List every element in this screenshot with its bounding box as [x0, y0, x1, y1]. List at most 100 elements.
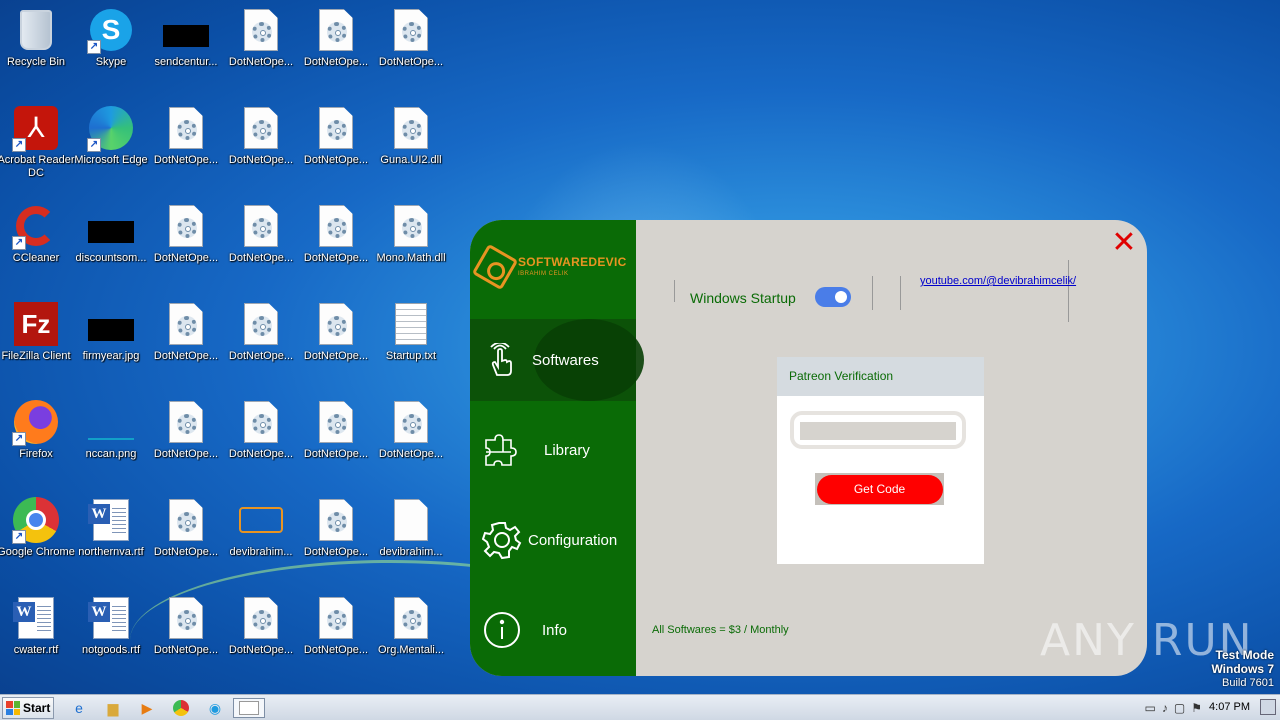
app-logo: SOFTWAREDEVIC IBRAHIM CELIK: [471, 243, 636, 291]
desktop-icon-dll[interactable]: DotNetOpe...: [297, 196, 375, 288]
network-tray-icon[interactable]: ▭: [1145, 701, 1156, 715]
word-document-icon: W: [87, 496, 135, 544]
desktop-icon-file[interactable]: discountsom...: [72, 196, 150, 288]
desktop-icon-dll[interactable]: DotNetOpe...: [297, 490, 375, 582]
desktop-icon-dll[interactable]: DotNetOpe...: [147, 196, 225, 288]
desktop-icon-rtf[interactable]: W northernva.rtf: [72, 490, 150, 582]
nav-softwares[interactable]: Softwares: [470, 319, 644, 401]
firefox-icon: ↗: [12, 398, 60, 446]
black-image-icon: [87, 202, 135, 250]
os-info: Test Mode Windows 7 Build 7601: [1211, 648, 1274, 690]
desktop-icon-dll[interactable]: DotNetOpe...: [147, 588, 225, 680]
ie-icon[interactable]: e: [68, 698, 90, 718]
close-button[interactable]: ✕: [1111, 228, 1137, 258]
separator: [1068, 260, 1069, 322]
nav-configuration-label: Configuration: [528, 531, 618, 549]
desktop-icon-dll[interactable]: DotNetOpe...: [372, 0, 450, 92]
start-button[interactable]: Start: [2, 697, 54, 719]
clock[interactable]: 4:07 PM: [1209, 701, 1250, 713]
nav-configuration[interactable]: Configuration: [470, 499, 636, 581]
black-image-icon: [87, 300, 135, 348]
logo-title: SOFTWAREDEVIC: [518, 255, 627, 269]
desktop-icon-dll[interactable]: DotNetOpe...: [297, 392, 375, 484]
desktop-icon-file[interactable]: firmyear.jpg: [72, 294, 150, 386]
patreon-code-field: [790, 411, 966, 449]
desktop-icon-skype[interactable]: S ↗ Skype: [72, 0, 150, 92]
test-mode-text: Test Mode: [1215, 648, 1274, 662]
word-document-icon: W: [12, 594, 60, 642]
desktop-icon-dll[interactable]: DotNetOpe...: [147, 294, 225, 386]
youtube-link[interactable]: youtube.com/@devibrahimcelik/: [920, 275, 1076, 287]
desktop-icon-dll[interactable]: Guna.UI2.dll: [372, 98, 450, 190]
desktop-icon-dll[interactable]: DotNetOpe...: [222, 0, 300, 92]
desktop-icon-firefox[interactable]: ↗ Firefox: [0, 392, 75, 484]
desktop-icon-dll[interactable]: DotNetOpe...: [222, 196, 300, 288]
volume-icon[interactable]: ♪: [1162, 701, 1168, 715]
dll-file-icon: [387, 594, 435, 642]
separator: [674, 280, 675, 302]
windows-startup-toggle[interactable]: [815, 287, 851, 307]
desktop-icon-dll[interactable]: Mono.Math.dll: [372, 196, 450, 288]
patreon-verification-panel: Patreon Verification Get Code: [777, 357, 984, 564]
dll-file-icon: [162, 594, 210, 642]
chrome-taskbar-icon[interactable]: [170, 698, 192, 718]
main-panel: ✕ Windows Startup youtube.com/@devibrahi…: [636, 220, 1147, 676]
desktop-icon-dll[interactable]: DotNetOpe...: [222, 294, 300, 386]
display-icon[interactable]: ▢: [1174, 701, 1185, 715]
desktop-icon-dll[interactable]: DotNetOpe...: [297, 98, 375, 190]
desktop-icon-recycle-bin[interactable]: Recycle Bin: [0, 0, 75, 92]
desktop-icon-file[interactable]: nccan.png: [72, 392, 150, 484]
taskbar: Start e ▆ ▶ ◉ ▭ ♪ ▢ ⚑ 4:07 PM: [0, 694, 1280, 720]
acrobat-icon: ⅄ ↗: [12, 104, 60, 152]
flag-icon[interactable]: ⚑: [1191, 701, 1202, 715]
desktop-icon-dll[interactable]: DotNetOpe...: [297, 0, 375, 92]
desktop-icon-dll[interactable]: DotNetOpe...: [372, 392, 450, 484]
patreon-header: Patreon Verification: [777, 357, 984, 396]
desktop-icon-dll[interactable]: Org.Mentali...: [372, 588, 450, 680]
dll-file-icon: [387, 398, 435, 446]
desktop-icon-dll[interactable]: DotNetOpe...: [147, 98, 225, 190]
dll-file-icon: [162, 104, 210, 152]
desktop-icon-dll[interactable]: DotNetOpe...: [222, 98, 300, 190]
desktop-icon-chrome[interactable]: ↗ Google Chrome: [0, 490, 75, 582]
desktop-icon-exe[interactable]: devibrahim...: [222, 490, 300, 582]
nav-softwares-label: Softwares: [532, 351, 599, 369]
desktop-icon-txt[interactable]: Startup.txt: [372, 294, 450, 386]
desktop-icon-dll[interactable]: DotNetOpe...: [222, 588, 300, 680]
desktop-icon-rtf[interactable]: W notgoods.rtf: [72, 588, 150, 680]
nav-library[interactable]: Library: [470, 409, 636, 491]
desktop-icon-dll[interactable]: DotNetOpe...: [297, 588, 375, 680]
desktop-icon-dll[interactable]: DotNetOpe...: [147, 392, 225, 484]
word-document-icon: W: [87, 594, 135, 642]
app-taskbar-button[interactable]: [233, 698, 265, 718]
dll-file-icon: [387, 104, 435, 152]
filezilla-icon: Fz: [12, 300, 60, 348]
get-code-button[interactable]: Get Code: [815, 473, 944, 505]
dll-file-icon: [312, 594, 360, 642]
image-file-icon: [87, 398, 135, 446]
windows-startup-label: Windows Startup: [690, 290, 796, 306]
patreon-code-input[interactable]: [800, 422, 956, 440]
desktop-icon-acrobat[interactable]: ⅄ ↗ Acrobat Reader DC: [0, 98, 75, 190]
black-image-icon: [162, 6, 210, 54]
desktop-icon-edge[interactable]: ↗ Microsoft Edge: [72, 98, 150, 190]
show-desktop-button[interactable]: [1260, 699, 1276, 715]
nav-info[interactable]: Info: [470, 589, 636, 671]
desktop-icon-dll[interactable]: DotNetOpe...: [147, 490, 225, 582]
folder-icon[interactable]: ▆: [102, 698, 124, 718]
desktop-icon-ccleaner[interactable]: ↗ CCleaner: [0, 196, 75, 288]
gear-icon: [482, 520, 522, 560]
desktop-icon-file[interactable]: sendcentur...: [147, 0, 225, 92]
info-icon: [482, 610, 522, 650]
media-player-icon[interactable]: ▶: [136, 698, 158, 718]
windows-logo-icon: [6, 701, 20, 715]
puzzle-icon: [482, 430, 522, 470]
desktop-icon-file[interactable]: devibrahim...: [372, 490, 450, 582]
desktop-icon-filezilla[interactable]: Fz FileZilla Client: [0, 294, 75, 386]
sidebar: SOFTWAREDEVIC IBRAHIM CELIK Softwares Li…: [470, 220, 644, 676]
desktop-icon-dll[interactable]: DotNetOpe...: [222, 392, 300, 484]
desktop-icon-dll[interactable]: DotNetOpe...: [297, 294, 375, 386]
dll-file-icon: [312, 300, 360, 348]
edge-taskbar-icon[interactable]: ◉: [204, 698, 226, 718]
desktop-icon-rtf[interactable]: W cwater.rtf: [0, 588, 75, 680]
